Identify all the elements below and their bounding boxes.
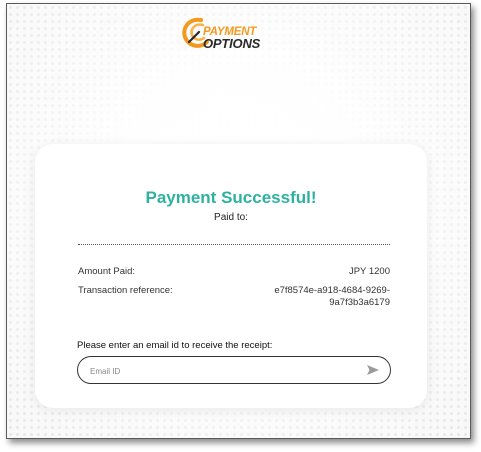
email-prompt: Please enter an email id to receive the … [77, 340, 273, 351]
transaction-reference-line1: e7f8574e-a918-4684-9269- [274, 285, 390, 296]
amount-paid-label: Amount Paid: [78, 266, 136, 277]
email-input[interactable] [88, 363, 352, 379]
transaction-reference-line2: 9a7f3b3a6179 [329, 297, 390, 308]
send-arrow-icon[interactable] [366, 363, 380, 377]
amount-paid-value: JPY 1200 [348, 266, 390, 277]
transaction-reference-value: e7f8574e-a918-4684-9269- 9a7f3b3a6179 [274, 285, 390, 309]
paid-to-label: Paid to: [214, 212, 248, 223]
payment-success-title: Payment Successful! [145, 188, 317, 207]
page-frame: PAYMENT OPTIONS Payment Successful! Paid… [6, 3, 471, 439]
payment-options-logo: PAYMENT OPTIONS [181, 16, 291, 62]
transaction-reference-label: Transaction reference: [78, 285, 173, 296]
receipt-card: Payment Successful! Paid to: Amount Paid… [35, 144, 427, 408]
logo-text-line2: OPTIONS [203, 36, 261, 51]
email-field-container [77, 356, 391, 384]
dotted-divider [78, 244, 390, 245]
